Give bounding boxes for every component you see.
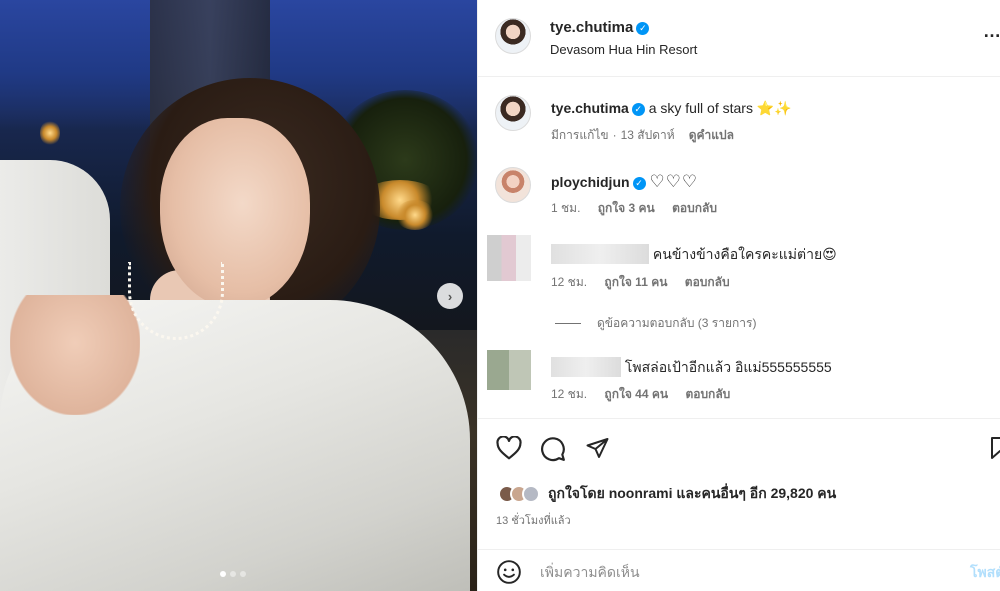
carousel-dots [220,571,246,577]
translate-link[interactable]: ดูคำแปล [689,128,734,142]
caption-text: tye.chutima ✓ a sky full of stars ⭐✨ [551,100,792,117]
more-icon[interactable]: … [983,21,1000,42]
caption-emoji: ⭐✨ [756,100,792,116]
post-header: tye.chutima✓ Devasom Hua Hin Resort … [478,0,1000,77]
comment-likes[interactable]: ถูกใจ 11 คน [604,275,667,289]
comment-age: 12 ชม. [551,387,588,401]
reply-button[interactable]: ตอบกลับ [685,387,730,401]
post-photo[interactable]: › [0,0,477,591]
redacted-username [551,357,621,377]
post-username[interactable]: tye.chutima ✓ [550,19,650,36]
post-timestamp: 13 ชั่วโมงที่แล้ว [496,515,571,527]
post-comment-button[interactable]: โพสต์ [970,562,1000,584]
emoji-heart-eyes: 😍 [822,246,837,262]
reply-button[interactable]: ตอบกลับ [672,201,717,215]
carousel-dot [220,571,226,577]
share-icon[interactable] [585,436,610,460]
username-text[interactable]: tye.chutima [550,19,633,36]
photo-shoulder [10,295,140,415]
comment-icon[interactable] [540,436,566,462]
comment-body: ♡♡♡ [649,172,699,191]
post-actions: ถูกใจโดย noonrami และคนอื่นๆ อีก 29,820 … [478,418,1000,591]
bookmark-icon[interactable] [990,436,1000,460]
view-replies-label[interactable]: ดูข้อความตอบกลับ (3 รายการ) [597,314,756,333]
chevron-right-icon[interactable]: › [437,283,463,309]
caption-row: tye.chutima ✓ a sky full of stars ⭐✨ มีกา… [478,95,1000,145]
comment-body: คนข้างข้างคือใครคะแม่ต่าย [652,246,823,262]
comment-text: ploychidjun ✓ ♡♡♡ [551,172,698,192]
avatar[interactable] [487,235,531,281]
verified-icon: ✓ [636,22,650,35]
comment-text: คนข้างข้างคือใครคะแม่ต่าย😍 [551,244,837,266]
avatar[interactable] [495,167,531,203]
comment-meta: 1 ชม. ถูกใจ 3 คน ตอบกลับ [551,199,731,218]
photo-light [40,120,60,146]
comment-body: โพสล่อเป้าอีกแล้ว อิแม่555555555 [624,359,832,375]
verified-icon: ✓ [632,177,646,190]
comments-list: tye.chutima ✓ a sky full of stars ⭐✨ มีกา… [478,78,1000,418]
carousel-dot [230,571,236,577]
post-side-panel: tye.chutima✓ Devasom Hua Hin Resort … ty… [477,0,1000,591]
comment-likes[interactable]: ถูกใจ 3 คน [598,201,655,215]
comment-age: 12 ชม. [551,275,588,289]
comment-row: โพสล่อเป้าอีกแล้ว อิแม่555555555 12 ชม. … [478,350,1000,410]
avatar[interactable] [495,18,531,54]
caption-username[interactable]: tye.chutima [551,100,629,116]
caption-body: a sky full of stars [648,100,753,116]
carousel-dot [240,571,246,577]
comment-text: โพสล่อเป้าอีกแล้ว อิแม่555555555 [551,357,832,379]
comment-age: 1 ชม. [551,201,581,215]
emoji-icon[interactable] [496,559,522,585]
redacted-username [551,244,649,264]
heart-icon[interactable] [496,436,522,460]
caption-age: 13 สัปดาห์ [620,128,675,142]
comment-row: คนข้างข้างคือใครคะแม่ต่าย😍 12 ชม. ถูกใจ … [478,235,1000,330]
divider [555,323,581,324]
avatar[interactable] [487,350,531,390]
avatar [522,485,540,503]
comment-row: ploychidjun ✓ ♡♡♡ 1 ชม. ถูกใจ 3 คน ตอบกลั… [478,167,1000,217]
caption-meta: มีการแก้ไข · 13 สัปดาห์ ดูคำแปล [551,126,748,145]
comment-username[interactable]: ploychidjun [551,174,630,190]
liked-by-text[interactable]: ถูกใจโดย noonrami และคนอื่นๆ อีก 29,820 … [548,483,836,505]
verified-icon: ✓ [631,103,645,116]
comment-input[interactable]: เพิ่มความคิดเห็น [540,562,640,584]
comment-meta: 12 ชม. ถูกใจ 44 คน ตอบกลับ [551,385,744,404]
view-replies-button[interactable]: ดูข้อความตอบกลับ (3 รายการ) [555,314,756,333]
reply-button[interactable]: ตอบกลับ [685,275,730,289]
post-location[interactable]: Devasom Hua Hin Resort [550,42,697,57]
comment-likes[interactable]: ถูกใจ 44 คน [604,387,668,401]
add-comment-bar: เพิ่มความคิดเห็น โพสต์ [478,549,1000,591]
edited-label: มีการแก้ไข [551,128,609,142]
liked-by-row[interactable]: ถูกใจโดย noonrami และคนอื่นๆ อีก 29,820 … [498,483,836,505]
meta-separator: · [612,128,617,142]
comment-meta: 12 ชม. ถูกใจ 11 คน ตอบกลับ [551,273,744,292]
photo-light [395,200,435,230]
avatar[interactable] [495,95,531,131]
